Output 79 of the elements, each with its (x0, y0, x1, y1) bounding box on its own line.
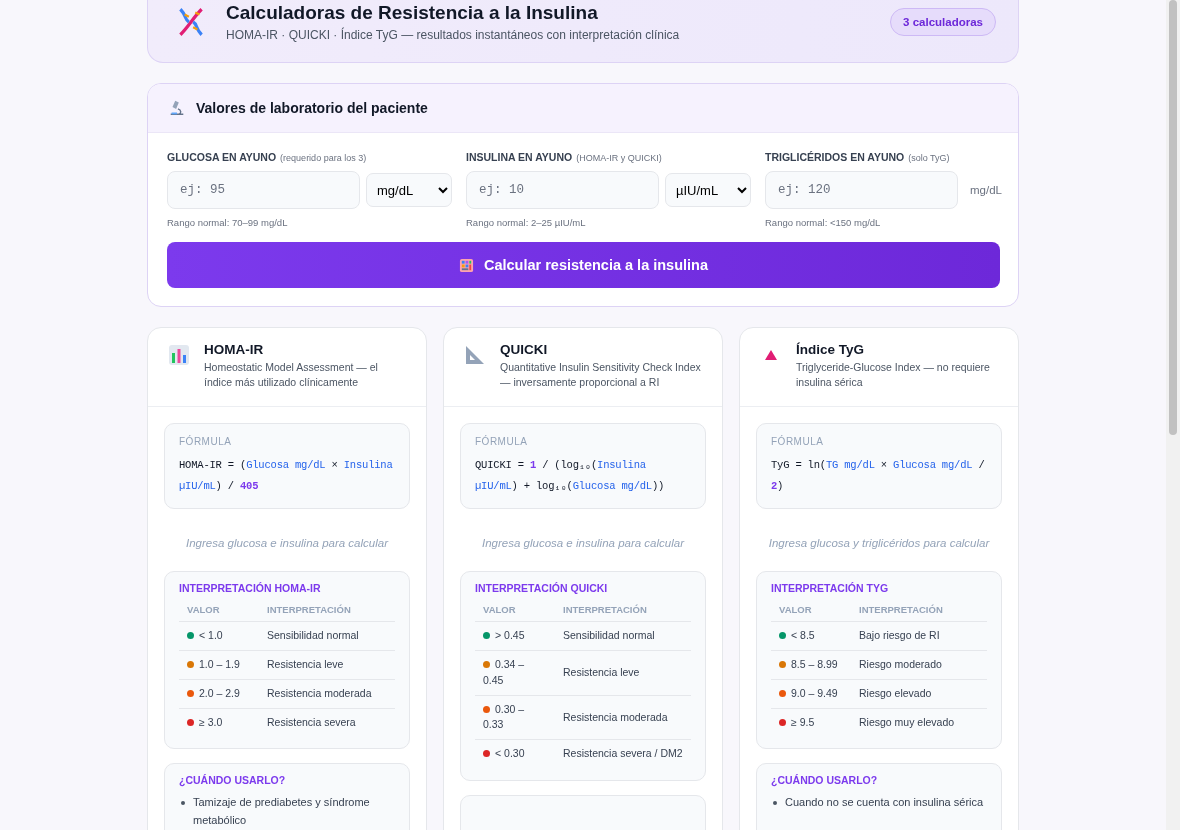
scrollbar-thumb[interactable] (1169, 0, 1177, 435)
calculator-description: Triglyceride-Glucose Index — no requiere insulina sérica (796, 360, 991, 391)
calculator-title: HOMA-IR (204, 342, 265, 357)
interpretation-text: Resistencia severa (267, 715, 356, 728)
value-range: 0.30 – 0.33 (483, 702, 525, 731)
interpretation-title: INTERPRETACIÓN TYG (771, 582, 890, 595)
interpretation-text: Resistencia leve (563, 666, 640, 678)
interpretation-text: Resistencia moderada (267, 686, 372, 699)
count-badge: 3 calculadoras (890, 8, 996, 36)
column-header: INTERPRETACIÓN (259, 602, 395, 622)
interpretation-text: Resistencia leve (267, 658, 344, 671)
usage-text: Cuando no se cuenta con insulina sérica (785, 795, 984, 811)
value-range: ≥ 9.5 (791, 715, 815, 728)
unit-select[interactable]: mg/dL (366, 173, 452, 207)
interpretation-title: INTERPRETACIÓN HOMA-IR (179, 582, 322, 595)
column-header: VALOR (771, 602, 851, 622)
field-label: TRIGLICÉRIDOS EN AYUNO (765, 151, 905, 163)
formula-label: FÓRMULA (771, 436, 825, 448)
field-hint: (HOMA-IR y QUICKI) (576, 153, 662, 163)
unit-select[interactable]: µIU/mL (665, 173, 751, 207)
microscope-icon (168, 99, 186, 117)
calculator-icon (458, 257, 474, 273)
input-field[interactable]: ej: 10 (466, 171, 659, 209)
value-range: 1.0 – 1.9 (199, 658, 240, 671)
column-header: INTERPRETACIÓN (851, 602, 987, 622)
interpretation-title: INTERPRETACIÓN QUICKI (475, 582, 609, 595)
formula-text: TyG = ln(TG mg/dL × Glucosa mg/dL / 2) (771, 458, 986, 494)
value-range: < 0.30 (495, 747, 525, 760)
interpretation-text: Riesgo muy elevado (859, 715, 955, 728)
value-range: 8.5 – 8.99 (791, 658, 838, 671)
interpretation-text: Sensibilidad normal (267, 629, 359, 642)
calculator-title: QUICKI (500, 342, 549, 357)
value-range: ≥ 3.0 (199, 715, 223, 728)
range-note: Rango normal: <150 mg/dL (765, 217, 882, 228)
field-label: INSULINA EN AYUNO (466, 151, 573, 163)
usage-text: Tamizaje de prediabetes y síndrome metabólico (193, 795, 371, 828)
bar-chart-icon (168, 344, 190, 366)
field-label: GLUCOSA EN AYUNO (167, 151, 277, 163)
page-subtitle: HOMA-IR · QUICKI · Índice TyG — resultados instantáneos con interpretación clínica (226, 28, 681, 42)
usage-title: ¿CUÁNDO USARLO? (179, 774, 287, 787)
field-hint: (solo TyG) (908, 153, 950, 163)
calculator-description: Quantitative Insulin Sensitivity Check Index — inversamente proporcional a RI (500, 360, 702, 391)
value-range: > 0.45 (495, 629, 525, 642)
empty-result-message: Ingresa glucosa e insulina para calcular (185, 536, 390, 552)
interpretation-text: Resistencia moderada (563, 710, 668, 723)
empty-result-message: Ingresa glucosa y triglicéridos para calcular (767, 536, 991, 552)
value-range: < 1.0 (199, 629, 223, 642)
column-header: VALOR (179, 602, 259, 622)
bullet-icon (181, 801, 185, 806)
field-hint: (requerido para los 3) (280, 153, 367, 163)
column-header: VALOR (475, 602, 555, 622)
value-range: < 8.5 (791, 629, 815, 642)
range-note: Rango normal: 2–25 µIU/mL (466, 217, 587, 228)
scrollbar[interactable] (1166, 0, 1180, 830)
range-note: Rango normal: 70–99 mg/dL (167, 217, 289, 228)
lab-card-title: Valores de laboratorio del paciente (196, 100, 428, 116)
column-header: INTERPRETACIÓN (555, 602, 691, 622)
input-field[interactable]: ej: 120 (765, 171, 958, 209)
calculator-description: Homeostatic Model Assessment — el índice más utilizado clínicamente (204, 360, 379, 391)
value-range: 0.34 – 0.45 (483, 658, 525, 686)
formula-label: FÓRMULA (475, 436, 529, 448)
bullet-icon (773, 801, 777, 806)
empty-result-message: Ingresa glucosa e insulina para calcular (481, 536, 686, 552)
calculate-button[interactable]: Calcular resistencia a la insulina (167, 242, 1000, 288)
value-range: 9.0 – 9.49 (791, 686, 838, 699)
formula-label: FÓRMULA (179, 436, 233, 448)
interpretation-text: Sensibilidad normal (563, 629, 655, 642)
value-range: 2.0 – 2.9 (199, 686, 240, 699)
interpretation-text: Riesgo elevado (859, 686, 932, 699)
formula-text: QUICKI = 1 / (log₁₀(Insulina µIU/mL) + log₁₀(Glucosa mg/dL)) (475, 458, 666, 494)
interpretation-text: Resistencia severa / DM2 (563, 747, 683, 760)
interpretation-text: Bajo riesgo de RI (859, 629, 940, 642)
formula-text: HOMA-IR = (Glucosa mg/dL × Insulina µIU/mL) / 405 (179, 458, 394, 494)
unit-label: mg/dL (969, 184, 1003, 196)
calculator-title: Índice TyG (796, 342, 865, 357)
interpretation-text: Riesgo moderado (859, 658, 942, 671)
input-field[interactable]: ej: 95 (167, 171, 360, 209)
page-title: Calculadoras de Resistencia a la Insulina (226, 2, 599, 24)
usage-title: ¿CUÁNDO USARLO? (771, 774, 879, 787)
